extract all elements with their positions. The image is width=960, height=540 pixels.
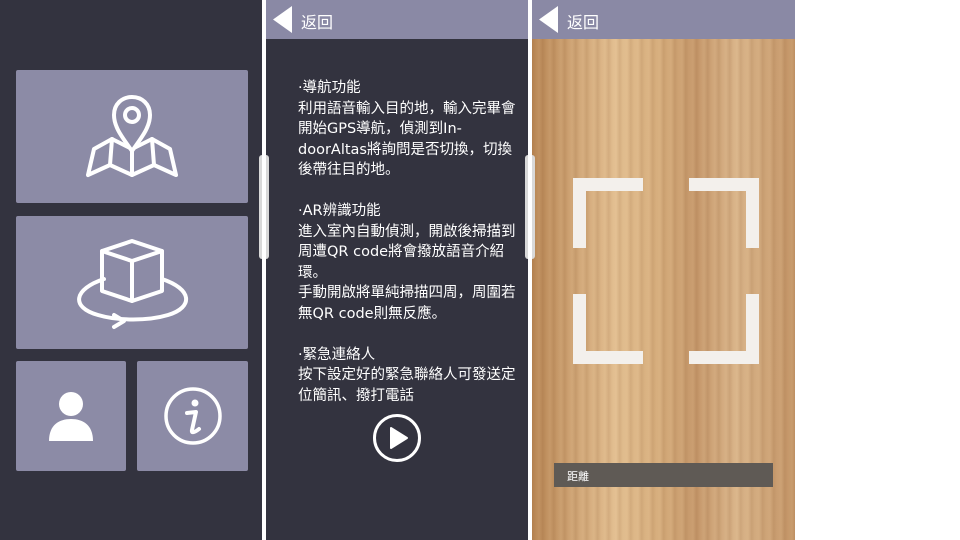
info-icon (163, 387, 222, 445)
navigation-tile[interactable] (16, 70, 248, 203)
scan-frame-icon (573, 178, 759, 364)
distance-bar: 距離 (554, 463, 773, 487)
ar-cube-icon (77, 238, 189, 329)
scan-screen: 返回 距離 (532, 0, 795, 540)
back-button[interactable]: 返回 (567, 9, 599, 33)
top-bar: 返回 (266, 0, 528, 39)
panel-edge-handle (532, 155, 535, 259)
info-screen: 返回 ·導航功能 利用語音輸入目的地，輸入完畢會開始GPS導航，偵測到In-do… (266, 0, 528, 540)
back-arrow-icon[interactable] (536, 4, 560, 35)
back-button[interactable]: 返回 (301, 9, 333, 33)
person-icon (49, 392, 93, 441)
main-menu-screen (0, 0, 262, 540)
ar-recognition-tile[interactable] (16, 216, 248, 349)
panel-edge-handle-right (525, 155, 528, 259)
panel-edge-handle-left (266, 155, 269, 259)
top-bar: 返回 (532, 0, 795, 39)
back-arrow-icon[interactable] (270, 4, 294, 35)
play-icon[interactable] (372, 413, 422, 463)
panel-edge-handle (259, 155, 262, 259)
map-pin-icon (86, 94, 178, 177)
emergency-contact-tile[interactable] (16, 361, 126, 471)
info-tile[interactable] (137, 361, 248, 471)
distance-label: 距離 (567, 470, 589, 483)
feature-description: ·導航功能 利用語音輸入目的地，輸入完畢會開始GPS導航，偵測到In-doorA… (298, 80, 516, 404)
